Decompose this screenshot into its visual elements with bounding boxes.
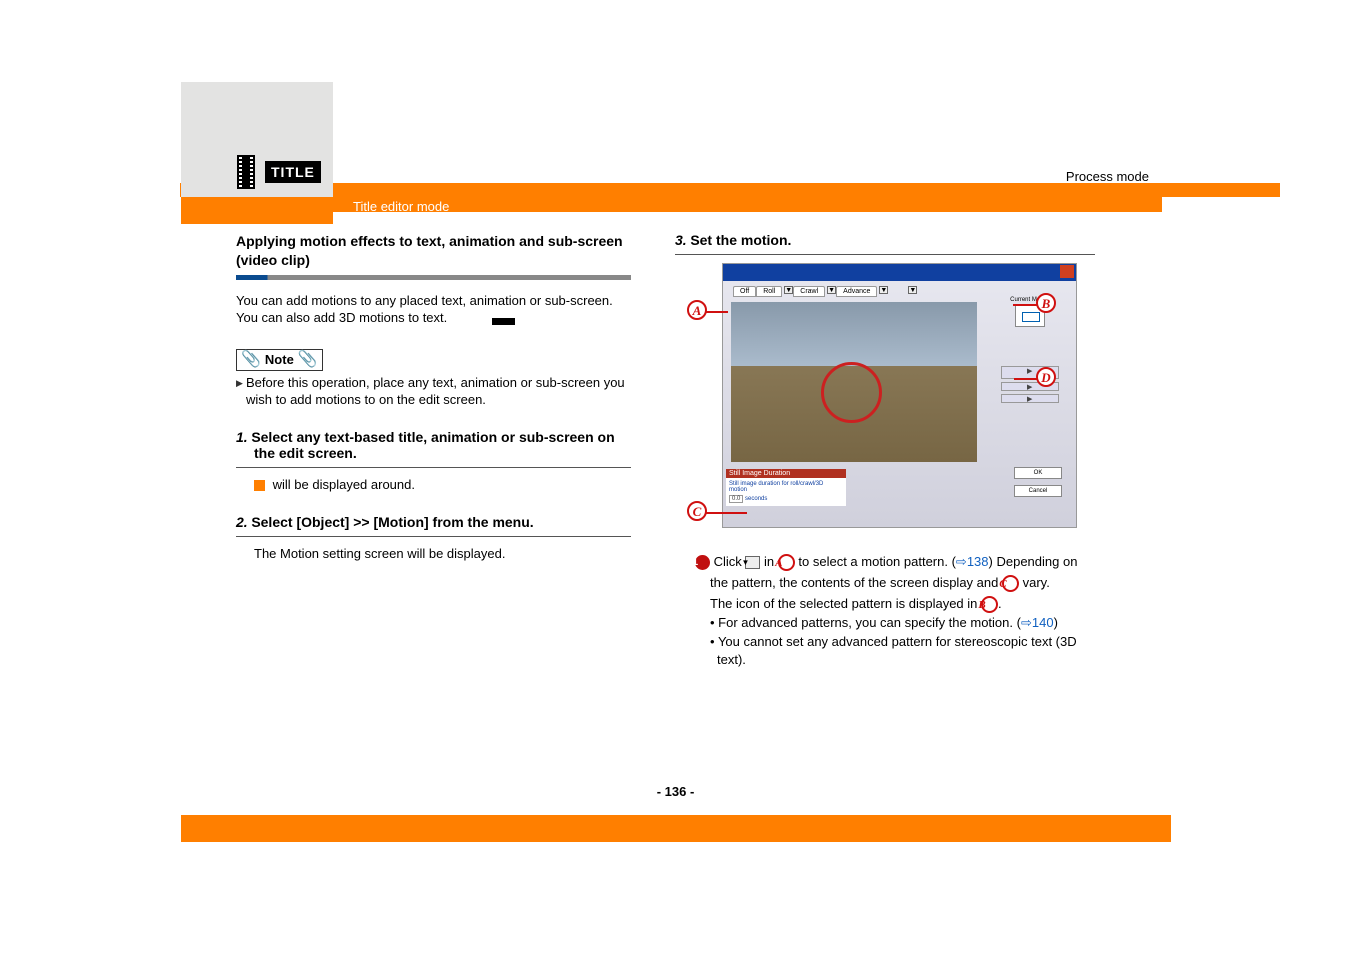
step-rule [236, 536, 631, 537]
dropdown-icon[interactable]: ▼ [827, 286, 836, 294]
bullet1-a: For advanced patterns, you can specify t… [718, 615, 1021, 630]
substep-number-1: 1 [695, 555, 710, 570]
callout-C-inline: C [1002, 575, 1019, 592]
cancel-button[interactable]: Cancel [1014, 485, 1062, 497]
header-orange-strip-end [1144, 197, 1162, 212]
link-140[interactable]: 140 [1032, 615, 1054, 630]
callout-D: D [1036, 367, 1056, 387]
motion-dialog-screenshot: Off Roll▼ Crawl▼ Advance▼ ▼ Current Moti… [722, 263, 1077, 528]
step-1-body: will be displayed around. [236, 476, 631, 494]
header-orange-block [181, 197, 333, 224]
callout-C: C [687, 501, 707, 521]
dropdown-icon[interactable]: ▼ [784, 286, 793, 294]
callout-A-inline: A [778, 554, 795, 571]
title-icon-group: TITLE [237, 152, 322, 191]
step-1-body-text: will be displayed around. [269, 477, 415, 492]
step-2-number: 2. [236, 514, 248, 530]
dropdown-icon: ▼ [745, 556, 760, 569]
sub-bullet-1: • For advanced patterns, you can specify… [675, 614, 1095, 632]
step-3-number: 3. [675, 232, 687, 248]
motion-tabs: Off Roll▼ Crawl▼ Advance▼ ▼ [733, 286, 917, 297]
filmstrip-icon [237, 155, 255, 189]
bullet1-b: ) [1054, 615, 1058, 630]
motion-preview [731, 302, 977, 462]
sid-body: Still image duration for roll/crawl/3D m… [726, 478, 846, 506]
sub-bullet-2: • You cannot set any advanced pattern fo… [675, 633, 1095, 669]
header-orange-strip [333, 197, 1144, 212]
section-title: Applying motion effects to text, animati… [236, 232, 631, 270]
arrow-link-icon: ⇨ [956, 554, 967, 569]
clip-icon: 📎 [241, 352, 261, 368]
close-icon[interactable] [1060, 265, 1074, 278]
substep-line2-a: The icon of the selected pattern is disp… [710, 596, 981, 611]
dialog-right-panel: Current Motion OK Cancel [990, 297, 1070, 406]
step-1: 1. Select any text-based title, animatio… [236, 429, 631, 494]
callout-A: A [687, 300, 707, 320]
bullet2-text: You cannot set any advanced pattern for … [717, 634, 1077, 667]
tab-advance[interactable]: Advance [836, 286, 877, 297]
step-2-title: Select [Object] >> [Motion] from the men… [251, 514, 533, 530]
current-motion-label: Current Motion [990, 297, 1070, 303]
link-138[interactable]: 138 [967, 554, 989, 569]
intro-paragraph-1: You can add motions to any placed text, … [236, 292, 631, 310]
left-column: Applying motion effects to text, animati… [236, 232, 631, 562]
stop-button[interactable] [1001, 394, 1059, 403]
selection-square-icon [254, 480, 265, 491]
dialog-titlebar [723, 264, 1076, 281]
step-1-number: 1. [236, 429, 248, 445]
footer-bar [181, 815, 1171, 842]
note-label: Note [265, 352, 294, 367]
clip-icon: 📎 [298, 352, 318, 368]
substep-1: 1 Click ▼ in A to select a motion patter… [675, 552, 1095, 614]
intro-paragraph-2: You can also add 3D motions to text. [236, 309, 631, 327]
tab-crawl[interactable]: Crawl [793, 286, 825, 297]
page-number: - 136 - [0, 784, 1351, 799]
note-bullet-1: Before this operation, place any text, a… [236, 374, 631, 409]
substep-line2-b: . [998, 596, 1002, 611]
sid-unit: seconds [745, 496, 767, 502]
title-badge: TITLE [265, 161, 321, 183]
sid-title: Still Image Duration [726, 469, 846, 478]
sid-value-input[interactable]: 0.0 [729, 495, 743, 503]
dropdown-icon[interactable]: ▼ [908, 286, 917, 294]
ok-button[interactable]: OK [1014, 467, 1062, 479]
tab-roll[interactable]: Roll [756, 286, 782, 297]
step-2: 2. Select [Object] >> [Motion] from the … [236, 514, 631, 563]
mode-label: Title editor mode [353, 199, 449, 214]
callout-B-inline: B [981, 596, 998, 613]
still-image-duration-panel: Still Image Duration Still image duratio… [726, 469, 846, 506]
process-mode-label: Process mode [1066, 169, 1149, 184]
step-rule [236, 467, 631, 468]
right-column: 3. Set the motion. Off Roll▼ Crawl▼ Adva… [675, 232, 1095, 669]
step-2-body: The Motion setting screen will be displa… [236, 545, 631, 563]
step-1-title: Select any text-based title, animation o… [251, 429, 614, 461]
arrow-link-icon: ⇨ [1021, 615, 1032, 630]
substep-text-mid4: vary. [1023, 575, 1050, 590]
step-3-title: Set the motion. [690, 232, 791, 248]
dropdown-icon[interactable]: ▼ [879, 286, 888, 294]
step-rule [675, 254, 1095, 255]
callout-B: B [1036, 293, 1056, 313]
note-box: 📎 Note 📎 [236, 349, 323, 371]
tab-off[interactable]: Off [733, 286, 756, 297]
section-divider [236, 275, 631, 280]
substep-text-mid2: to select a motion pattern. ( [798, 554, 956, 569]
sid-text: Still image duration for roll/crawl/3D m… [729, 481, 823, 493]
